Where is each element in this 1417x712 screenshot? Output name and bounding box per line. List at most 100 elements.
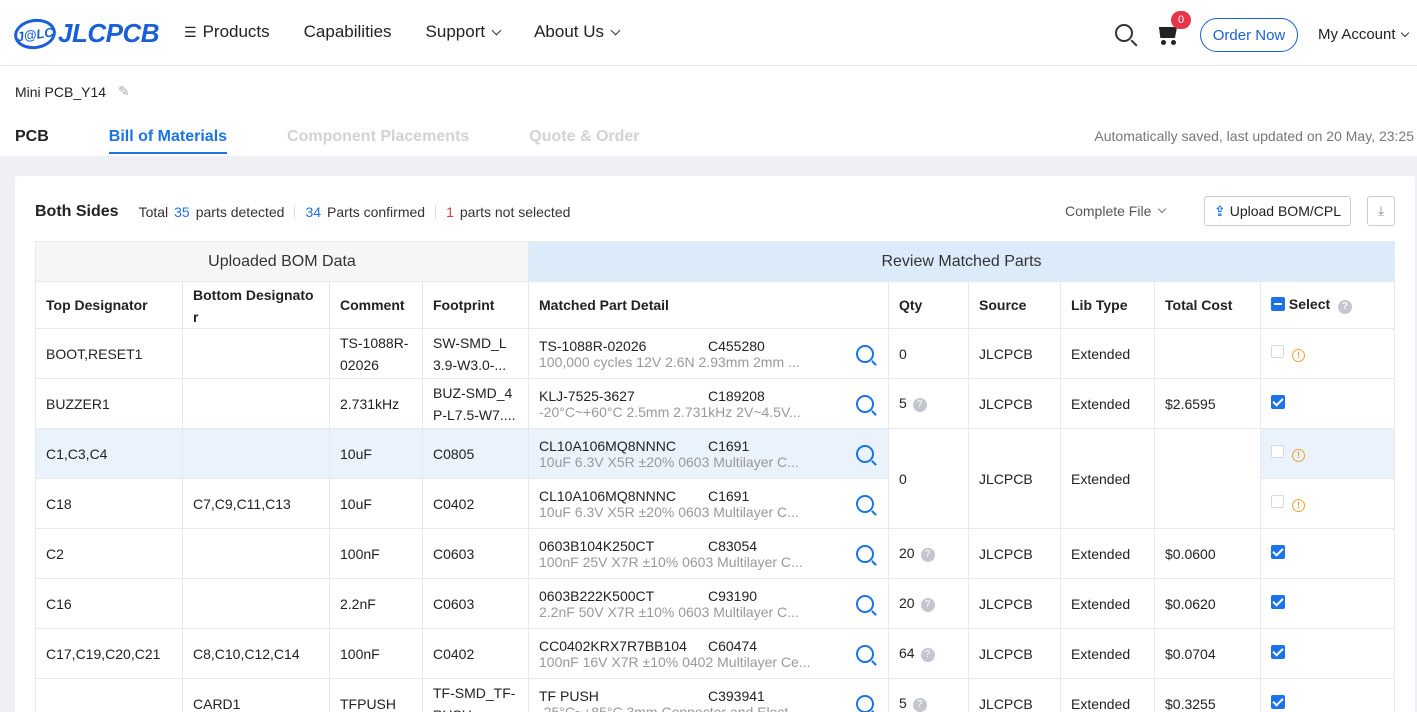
upload-bom-cpl-button[interactable]: ⇪ Upload BOM/CPL xyxy=(1204,196,1351,226)
edit-pencil-icon[interactable]: ✎ xyxy=(118,83,130,100)
nav-about-us[interactable]: About Us xyxy=(534,22,621,42)
help-icon[interactable]: ? xyxy=(920,648,935,662)
divider xyxy=(435,205,437,219)
bottom-designator xyxy=(182,428,330,479)
qty: 0 xyxy=(888,428,969,529)
comment: 10uF xyxy=(329,478,423,529)
main-nav: ☰ Products Capabilities Support About Us xyxy=(184,22,653,42)
matched-part: 0603B222K500CT C93190 2.2nF 50V X7R ±10% … xyxy=(528,578,889,629)
row-checkbox[interactable] xyxy=(1271,445,1284,458)
footprint: TF-SMD_TF-PUSH xyxy=(422,678,529,712)
total-count: 35 xyxy=(174,204,190,220)
project-tabs: PCB Bill of Materials Component Placemen… xyxy=(15,128,700,154)
search-part-icon[interactable] xyxy=(856,344,874,363)
table-row: BUZZER1 2.731kHz BUZ-SMD_4P-L7.5-W7.... … xyxy=(35,378,1395,429)
qty: 20? xyxy=(888,578,969,629)
lib-type: Extended xyxy=(1060,378,1155,429)
qty-value: 5 xyxy=(899,395,907,411)
chevron-down-icon xyxy=(491,25,502,35)
complete-file-dropdown[interactable]: Complete File xyxy=(1065,203,1167,219)
footprint-text: TF-SMD_TF-PUSH xyxy=(433,684,516,712)
warning-icon[interactable]: ! xyxy=(1292,499,1305,512)
select-cell: ! xyxy=(1260,478,1395,529)
part-code[interactable]: C455280 xyxy=(708,338,765,354)
row-checkbox[interactable] xyxy=(1271,495,1284,508)
search-part-icon[interactable] xyxy=(856,394,874,413)
search-part-icon[interactable] xyxy=(856,694,874,712)
download-button[interactable]: ⤓ xyxy=(1367,196,1395,226)
nav-support[interactable]: Support xyxy=(426,22,502,42)
search-part-icon[interactable] xyxy=(856,444,874,463)
source: JLCPCB xyxy=(968,628,1061,679)
row-checkbox[interactable] xyxy=(1271,645,1285,659)
qty-value: 20 xyxy=(899,595,915,611)
order-now-button[interactable]: Order Now xyxy=(1200,18,1298,52)
help-icon[interactable]: ? xyxy=(1338,300,1353,314)
part-number: KLJ-7525-3627 xyxy=(539,387,635,404)
bom-card: Both Sides Total 35 parts detected 34 Pa… xyxy=(15,176,1415,712)
tab-pcb[interactable]: PCB xyxy=(15,128,49,154)
part-number: CC0402KRX7R7BB104 xyxy=(539,637,687,654)
part-code[interactable]: C189208 xyxy=(708,388,765,404)
select-cell xyxy=(1260,678,1395,712)
warning-icon[interactable]: ! xyxy=(1292,449,1305,462)
comment-text: TS-1088R-02026 xyxy=(340,334,409,373)
qty: 0 xyxy=(888,328,969,379)
footprint: SW-SMD_L3.9-W3.0-... xyxy=(422,328,529,379)
select-label: Select xyxy=(1288,296,1331,312)
row-checkbox[interactable] xyxy=(1271,545,1285,559)
row-checkbox[interactable] xyxy=(1271,595,1285,609)
matched-part: TS-1088R-02026 C455280 100,000 cycles 12V… xyxy=(528,328,889,379)
qty-value: 64 xyxy=(899,645,915,661)
table-row: C2 100nF C0603 0603B104K250CT C83054 100n… xyxy=(35,528,1395,579)
qty: 64? xyxy=(888,628,969,679)
part-code[interactable]: C60474 xyxy=(708,638,757,654)
search-part-icon[interactable] xyxy=(856,544,874,563)
jlcpcb-logo[interactable]: J@LC JLCPCB xyxy=(12,15,160,52)
warning-icon[interactable]: ! xyxy=(1292,349,1305,362)
search-part-icon[interactable] xyxy=(856,494,874,513)
row-checkbox[interactable] xyxy=(1271,395,1285,409)
project-name-label: Mini PCB_Y14 xyxy=(15,83,107,100)
part-code[interactable]: C83054 xyxy=(708,538,757,554)
nav-about-label: About Us xyxy=(534,22,605,41)
total-cost xyxy=(1154,428,1261,529)
part-number: 0603B222K500CT xyxy=(539,587,655,604)
total-label: Total xyxy=(138,204,169,220)
nav-capabilities[interactable]: Capabilities xyxy=(304,22,392,42)
row-checkbox[interactable] xyxy=(1271,345,1284,358)
help-icon[interactable]: ? xyxy=(920,598,935,612)
part-number: CL10A106MQ8NNNC xyxy=(539,487,676,504)
comment: 100nF xyxy=(329,628,423,679)
row-checkbox[interactable] xyxy=(1271,695,1285,709)
bottom-designator xyxy=(182,528,330,579)
col-matched-part: Matched Part Detail xyxy=(528,281,889,329)
tab-bill-of-materials[interactable]: Bill of Materials xyxy=(108,128,228,154)
part-code[interactable]: C93190 xyxy=(708,588,757,604)
top-designator: C17,C19,C20,C21 xyxy=(35,628,183,679)
matched-part: TF PUSH C393941 -25°C~+85°C 3mm Connector… xyxy=(528,678,889,712)
nav-products[interactable]: ☰ Products xyxy=(184,22,270,42)
help-icon[interactable]: ? xyxy=(920,548,935,562)
select-cell xyxy=(1260,578,1395,629)
my-account-menu[interactable]: My Account xyxy=(1318,26,1409,43)
tab-quote-order[interactable]: Quote & Order xyxy=(529,128,639,154)
help-icon[interactable]: ? xyxy=(912,698,927,712)
col-bottom-designator: Bottom Designato r xyxy=(182,281,330,329)
nav-capabilities-label: Capabilities xyxy=(303,22,392,41)
tab-component-placements[interactable]: Component Placements xyxy=(287,128,469,154)
part-code[interactable]: C1691 xyxy=(708,488,749,504)
top-designator: C18 xyxy=(35,478,183,529)
search-icon[interactable] xyxy=(1115,24,1133,42)
search-part-icon[interactable] xyxy=(856,594,874,613)
divider xyxy=(294,205,296,219)
select-all-checkbox[interactable] xyxy=(1271,297,1285,311)
col-qty: Qty xyxy=(888,281,969,329)
search-part-icon[interactable] xyxy=(856,644,874,663)
top-designator: C16 xyxy=(35,578,183,629)
part-code[interactable]: C393941 xyxy=(708,688,765,704)
footprint: C0402 xyxy=(422,628,529,679)
help-icon[interactable]: ? xyxy=(912,398,927,412)
group-header-review: Review Matched Parts xyxy=(528,241,1395,282)
part-code[interactable]: C1691 xyxy=(708,438,749,454)
